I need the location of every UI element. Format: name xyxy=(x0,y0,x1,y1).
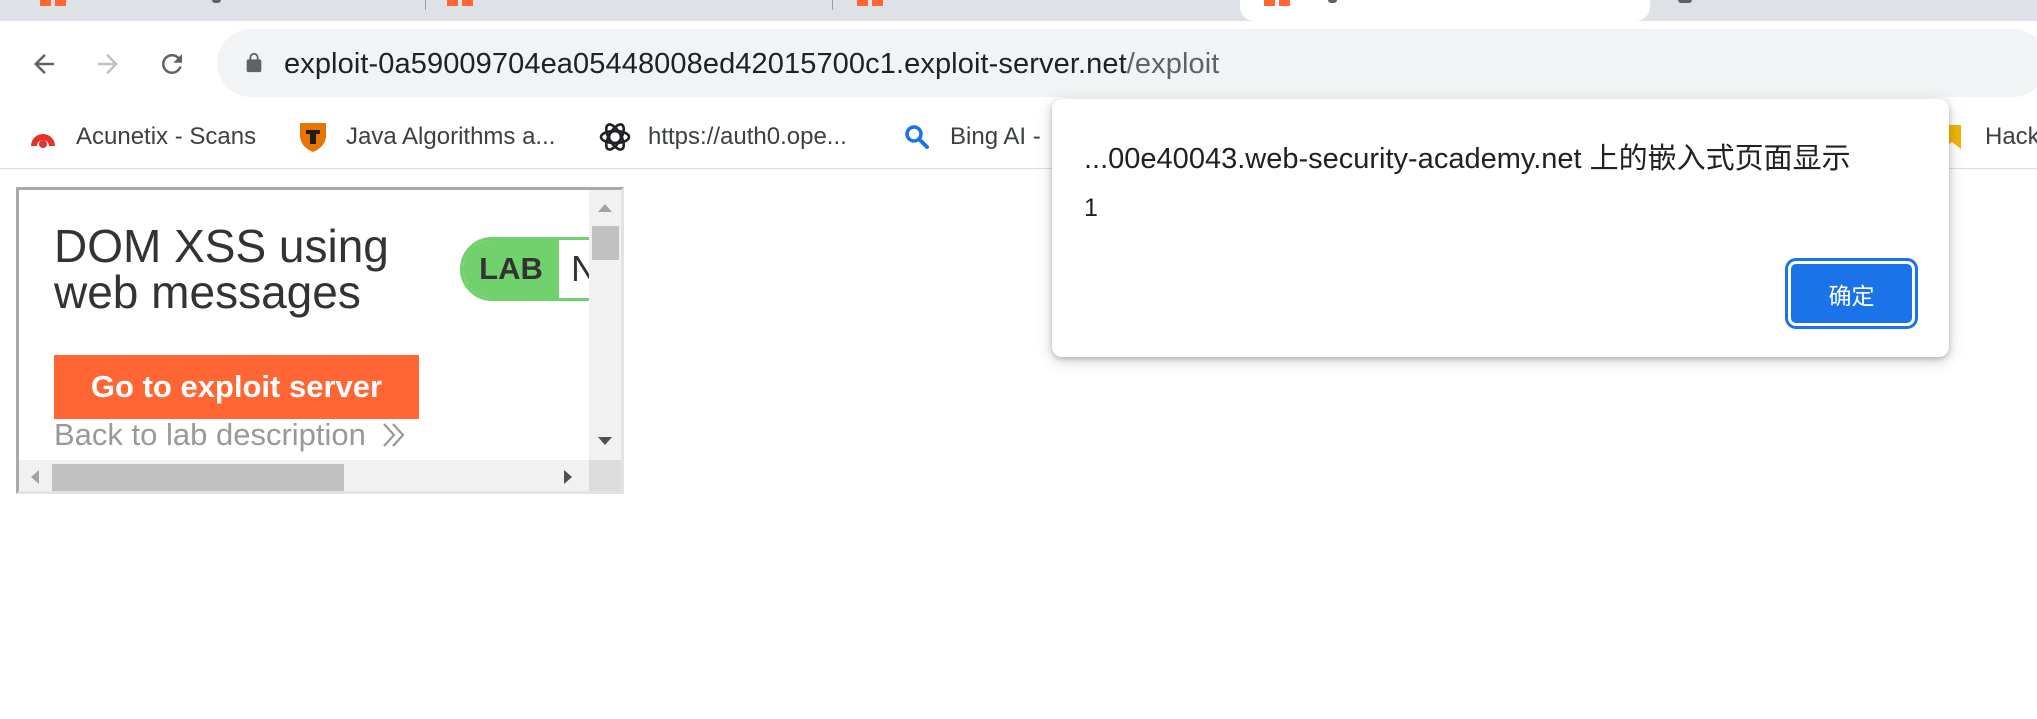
lab-title-line: web messages xyxy=(54,266,361,318)
lab-status-badge: LAB N xyxy=(460,237,589,301)
ok-button[interactable]: 确定 xyxy=(1788,261,1915,326)
back-button[interactable] xyxy=(24,44,64,84)
browser-tab[interactable] xyxy=(1650,0,2037,21)
lock-icon[interactable] xyxy=(243,52,265,74)
arrow-right-icon xyxy=(98,54,118,74)
lab-status-text: N xyxy=(571,248,589,290)
url-text[interactable]: exploit-0a59009704ea05448008ed42015700c1… xyxy=(284,47,1219,81)
acunetix-icon xyxy=(26,120,60,154)
lab-badge-label: LAB xyxy=(463,240,559,298)
bookmark-label: Bing AI - xyxy=(950,123,1041,150)
vertical-scroll-thumb[interactable] xyxy=(592,226,619,260)
lab-title-line: DOM XSS using xyxy=(54,220,389,272)
embedded-iframe[interactable]: DOM XSS using web messages LAB N Go to e… xyxy=(16,187,624,494)
iframe-viewport: DOM XSS using web messages LAB N Go to e… xyxy=(19,190,589,460)
burp-academy-icon xyxy=(1264,0,1292,6)
scroll-left-icon[interactable] xyxy=(31,470,39,484)
lab-title: DOM XSS using web messages xyxy=(54,223,389,315)
tab-strip xyxy=(0,0,2037,21)
reload-icon xyxy=(161,53,182,74)
alert-dialog: ...00e40043.web-security-academy.net 上的嵌… xyxy=(1052,99,1949,357)
browser-toolbar: exploit-0a59009704ea05448008ed42015700c1… xyxy=(0,21,2037,105)
scroll-right-icon[interactable] xyxy=(564,470,572,484)
address-bar[interactable]: exploit-0a59009704ea05448008ed42015700c1… xyxy=(217,29,2037,97)
bookmark-label: https://auth0.ope... xyxy=(648,123,847,150)
dialog-title: ...00e40043.web-security-academy.net 上的嵌… xyxy=(1084,143,1851,175)
reload-button[interactable] xyxy=(152,44,192,84)
browser-tab[interactable] xyxy=(0,0,425,21)
burp-academy-icon xyxy=(857,0,885,6)
horizontal-scrollbar[interactable] xyxy=(19,460,589,491)
url-path: /exploit xyxy=(1126,48,1220,80)
openai-icon xyxy=(598,120,632,154)
browser-tab[interactable] xyxy=(426,0,832,21)
horizontal-scroll-thumb[interactable] xyxy=(52,464,344,491)
tab-title-fragment xyxy=(212,0,221,3)
bookmark-label: Java Algorithms a... xyxy=(346,123,556,150)
back-link-label: Back to lab description xyxy=(54,417,366,452)
url-host: exploit-0a59009704ea05448008ed42015700c1… xyxy=(284,48,1127,80)
bookmark-java-algorithms[interactable]: Java Algorithms a... xyxy=(296,117,555,157)
vertical-scrollbar[interactable] xyxy=(589,190,621,460)
bookmark-label: Acunetix - Scans xyxy=(76,123,257,150)
tab-title-fragment xyxy=(1328,0,1337,3)
scroll-up-icon[interactable] xyxy=(598,204,612,212)
scroll-down-icon[interactable] xyxy=(598,437,612,445)
bookmark-hack[interactable]: Hack xyxy=(1935,117,2037,157)
bookmark-acunetix[interactable]: Acunetix - Scans xyxy=(26,117,256,157)
bookmark-auth0-openai[interactable]: https://auth0.ope... xyxy=(598,117,847,157)
princeton-shield-icon xyxy=(296,120,330,154)
burp-academy-icon xyxy=(447,0,475,6)
browser-tab[interactable] xyxy=(833,0,1238,21)
browser-tab-active[interactable] xyxy=(1240,0,1650,21)
forward-button[interactable] xyxy=(88,44,128,84)
arrow-left-icon xyxy=(34,54,54,74)
dialog-message: 1 xyxy=(1084,194,1098,222)
bookmark-label: Hack xyxy=(1985,123,2037,150)
back-to-lab-description-link[interactable]: Back to lab description xyxy=(54,417,406,453)
go-to-exploit-server-button[interactable]: Go to exploit server xyxy=(54,355,419,419)
double-chevron-right-icon xyxy=(383,423,405,447)
bookmark-bing-ai[interactable]: Bing AI - xyxy=(900,117,1041,157)
burp-academy-icon xyxy=(40,0,68,6)
generic-page-icon xyxy=(1678,0,1692,3)
scrollbar-corner xyxy=(589,460,621,491)
search-icon xyxy=(900,120,934,154)
